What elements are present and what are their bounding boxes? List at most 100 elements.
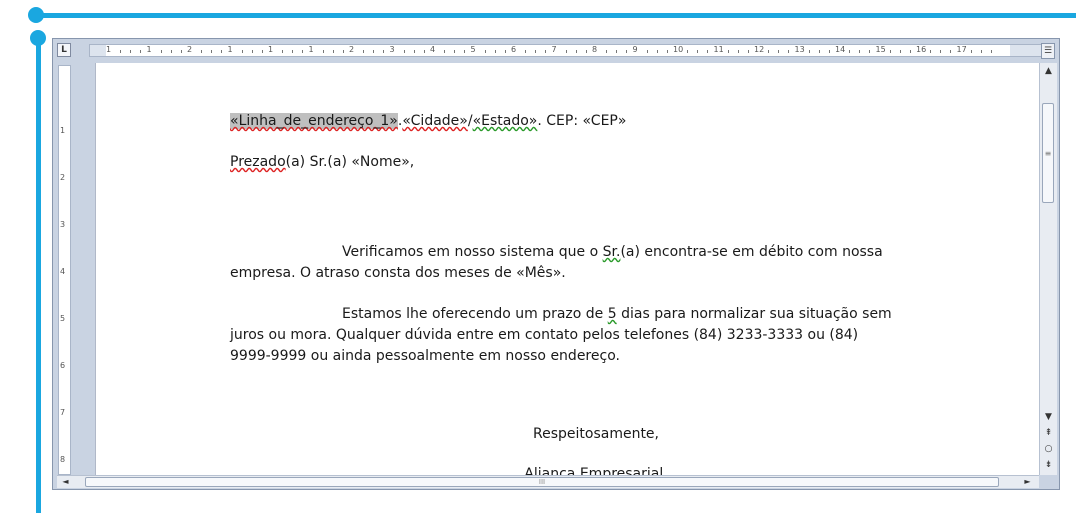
ruler-tick bbox=[940, 50, 942, 53]
para2-text-c: dias para normalizar sua situação sem bbox=[616, 306, 892, 322]
ruler-number: 7 bbox=[551, 45, 557, 54]
ruler-tick bbox=[413, 50, 415, 53]
ruler-tick bbox=[859, 50, 861, 53]
ruler-tick bbox=[322, 50, 324, 53]
ruler-tick bbox=[332, 50, 334, 53]
merge-field-city[interactable]: «Cidade» bbox=[402, 113, 468, 129]
ruler-number: 1 bbox=[227, 45, 233, 54]
ruler-number: 2 bbox=[187, 45, 193, 54]
horizontal-ruler[interactable]: 1 1 2 1 1 1 2 3 4 5 6 7 8 9 10 11 12 13 14 15 16 17 bbox=[89, 44, 1043, 57]
tab-selector-button[interactable]: L bbox=[57, 43, 71, 57]
ruler-tick bbox=[666, 50, 668, 53]
para1-text-c: (a) encontra-se em débito com nossa bbox=[620, 244, 883, 260]
ruler-number: 5 bbox=[470, 45, 476, 54]
document-page[interactable]: «Linha_de_endereço_1».«Cidade»/«Estado».… bbox=[95, 63, 1039, 475]
accent-line-left bbox=[36, 36, 41, 513]
vertical-scrollbar[interactable]: ▲ ≡ ▼ ⇞ ○ ⇟ bbox=[1039, 63, 1057, 475]
para2-text-a: Estamos lhe oferecendo um prazo de bbox=[342, 306, 608, 322]
horizontal-ruler-track: 1 1 2 1 1 1 2 3 4 5 6 7 8 9 10 11 12 13 14 15 16 17 bbox=[106, 45, 1010, 56]
ruler-tick bbox=[606, 50, 608, 53]
ruler-tick bbox=[930, 50, 932, 53]
paragraph-1-line-1: Verificamos em nosso sistema que o Sr.(a… bbox=[230, 242, 890, 263]
ruler-number: 14 bbox=[835, 45, 846, 54]
scroll-right-icon[interactable]: ► bbox=[1021, 476, 1034, 488]
paragraph-2: Estamos lhe oferecendo um prazo de 5 dia… bbox=[230, 304, 892, 367]
ruler-tick bbox=[302, 50, 304, 53]
paragraph-2-line-2: juros ou mora. Qualquer dúvida entre em … bbox=[230, 327, 859, 343]
ruler-number: 2 bbox=[349, 45, 355, 54]
ruler-tick bbox=[585, 50, 587, 53]
ruler-tick bbox=[525, 50, 527, 53]
ruler-tick bbox=[363, 50, 365, 53]
scroll-down-icon[interactable]: ▼ bbox=[1042, 411, 1055, 424]
ruler-tick bbox=[889, 50, 891, 53]
address-line: «Linha_de_endereço_1».«Cidade»/«Estado».… bbox=[230, 111, 890, 132]
view-ruler-button[interactable]: ☰ bbox=[1041, 43, 1055, 59]
ruler-tick bbox=[241, 50, 243, 53]
ruler-tick bbox=[444, 50, 446, 53]
ruler-number: 17 bbox=[956, 45, 967, 54]
vertical-ruler[interactable]: 1 2 3 4 5 6 7 8 bbox=[58, 65, 71, 475]
ruler-tick bbox=[788, 50, 790, 53]
ruler-tick bbox=[565, 50, 567, 53]
horizontal-scroll-thumb[interactable]: III bbox=[85, 477, 999, 487]
vertical-ruler-number: 2 bbox=[60, 173, 66, 182]
ruler-tick bbox=[828, 50, 830, 53]
ruler-tick bbox=[980, 50, 982, 53]
para2-days: 5 bbox=[607, 306, 617, 322]
ruler-tick bbox=[575, 50, 577, 53]
horizontal-scrollbar[interactable]: ◄ III ► bbox=[57, 475, 1039, 488]
ruler-number: 13 bbox=[794, 45, 805, 54]
ruler-number: 15 bbox=[875, 45, 886, 54]
ruler-number: 6 bbox=[511, 45, 517, 54]
ruler-tick bbox=[818, 50, 820, 53]
ruler-tick bbox=[403, 50, 405, 53]
scroll-up-icon[interactable]: ▲ bbox=[1042, 65, 1055, 78]
accent-dot-top bbox=[28, 7, 44, 23]
signature-line: Aliança Empresarial. bbox=[524, 466, 668, 475]
ruler-tick bbox=[292, 50, 294, 53]
ruler-tick bbox=[383, 50, 385, 53]
closing-line: Respeitosamente, bbox=[533, 426, 659, 442]
accent-line-top bbox=[36, 13, 1076, 18]
ruler-number: 1 bbox=[308, 45, 314, 54]
address-cep: . CEP: «CEP» bbox=[537, 113, 627, 129]
word-document-window: L 1 1 2 1 1 1 2 3 4 5 6 7 8 9 10 11 12 13 14 15 16 17 ☰ 12345… bbox=[52, 38, 1060, 490]
greeting-line: Prezado(a) Sr.(a) «Nome», bbox=[230, 152, 890, 173]
accent-dot-left bbox=[30, 30, 46, 46]
select-browse-object-icon[interactable]: ○ bbox=[1042, 443, 1055, 456]
ruler-number: 8 bbox=[592, 45, 598, 54]
ruler-tick bbox=[342, 50, 344, 53]
paragraph-2-line-1: Estamos lhe oferecendo um prazo de 5 dia… bbox=[230, 304, 892, 325]
ruler-tick bbox=[707, 50, 709, 53]
ruler-tick bbox=[656, 50, 658, 53]
next-page-icon[interactable]: ⇟ bbox=[1042, 459, 1055, 472]
paragraph-1: Verificamos em nosso sistema que o Sr.(a… bbox=[230, 242, 890, 284]
merge-field-address[interactable]: «Linha_de_endereço_1» bbox=[230, 113, 398, 129]
ruler-tick bbox=[909, 50, 911, 53]
ruler-tick bbox=[687, 50, 689, 53]
vertical-scroll-thumb[interactable]: ≡ bbox=[1042, 103, 1054, 203]
ruler-tick bbox=[120, 50, 122, 53]
ruler-tick bbox=[160, 50, 162, 53]
document-page-area[interactable]: «Linha_de_endereço_1».«Cidade»/«Estado».… bbox=[95, 63, 1039, 475]
previous-page-icon[interactable]: ⇞ bbox=[1042, 427, 1055, 440]
greeting-rest: (a) Sr.(a) «Nome», bbox=[285, 154, 415, 170]
ruler-tick bbox=[201, 50, 203, 53]
ruler-tick bbox=[140, 50, 142, 53]
ruler-tick bbox=[970, 50, 972, 53]
merge-field-state[interactable]: «Estado» bbox=[473, 113, 538, 129]
vertical-ruler-number: 1 bbox=[60, 126, 66, 135]
ruler-tick bbox=[251, 50, 253, 53]
ruler-number: 10 bbox=[673, 45, 684, 54]
ruler-number: 1 bbox=[268, 45, 274, 54]
ruler-number: 4 bbox=[430, 45, 436, 54]
scroll-left-icon[interactable]: ◄ bbox=[59, 476, 72, 488]
ruler-tick bbox=[504, 50, 506, 53]
ruler-tick bbox=[494, 50, 496, 53]
ruler-tick bbox=[170, 50, 172, 53]
ruler-tick bbox=[808, 50, 810, 53]
ruler-tick bbox=[484, 50, 486, 53]
ruler-tick bbox=[130, 50, 132, 53]
vertical-ruler-number: 6 bbox=[60, 361, 66, 370]
